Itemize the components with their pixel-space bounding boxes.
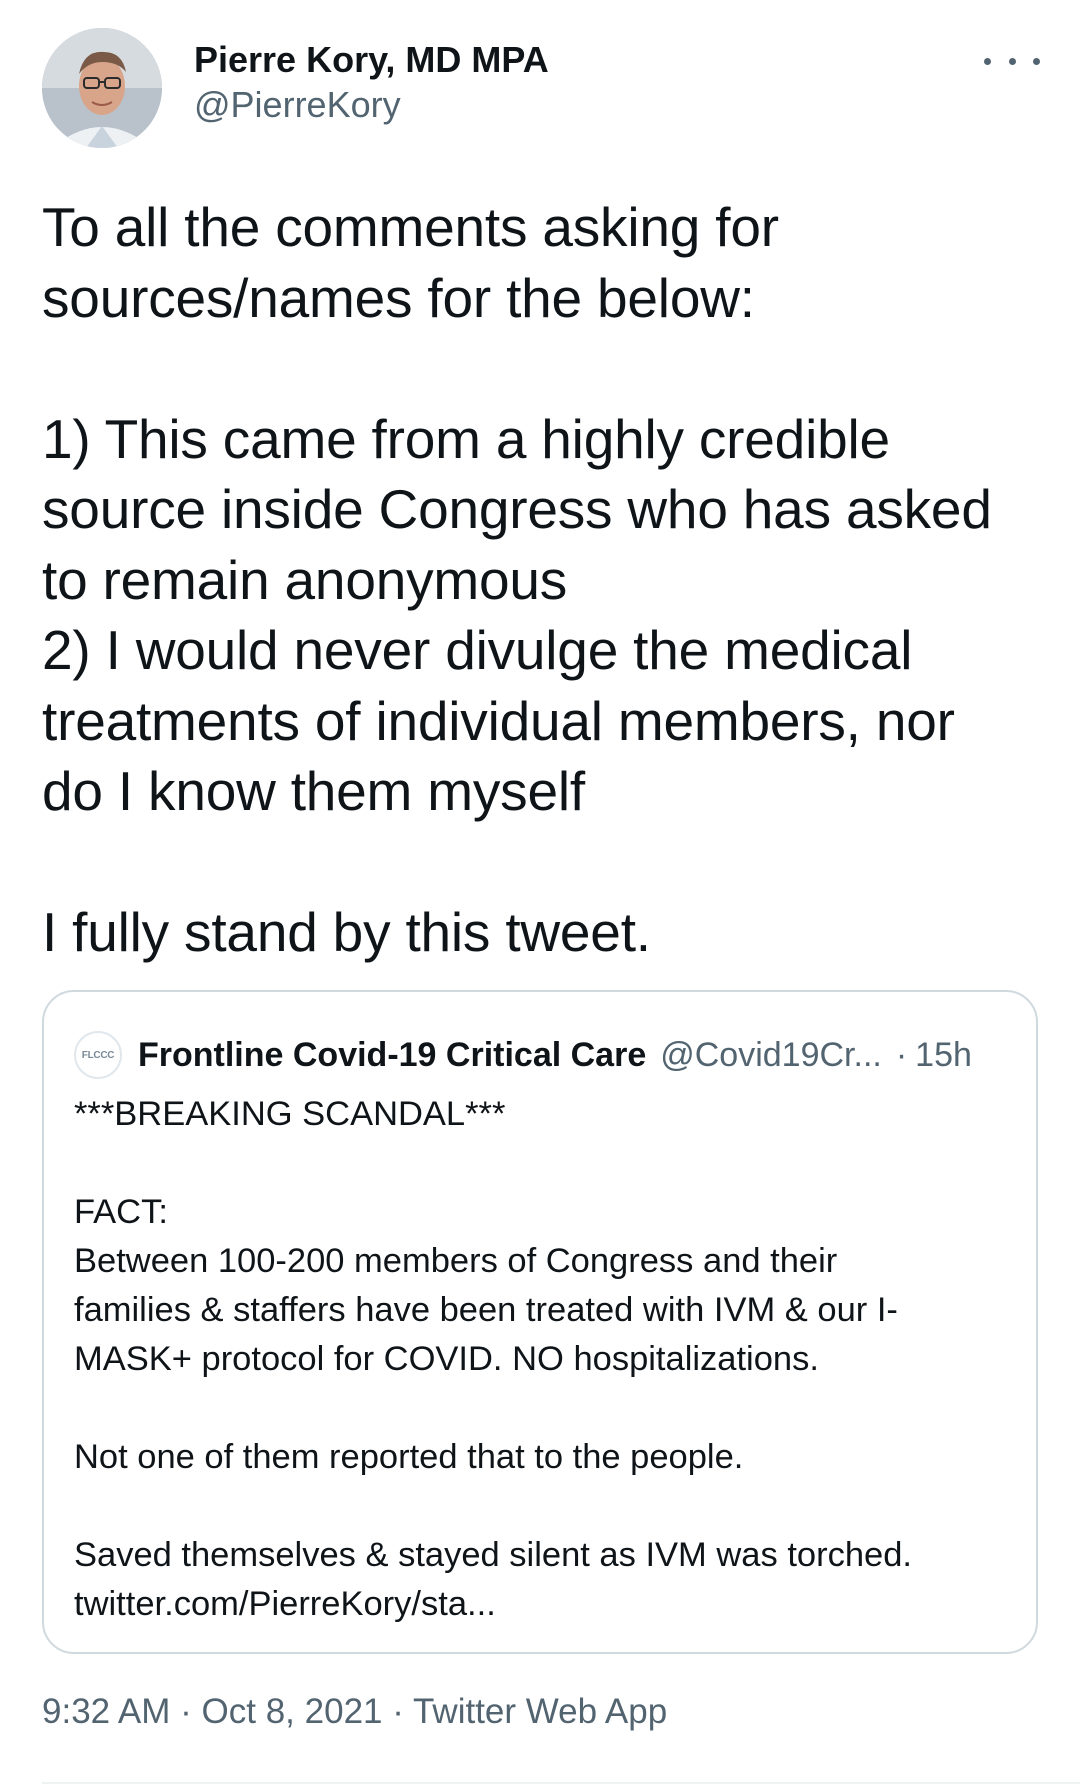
quoted-timestamp: 15h xyxy=(915,1035,972,1074)
tweet-metadata: 9:32 AM · Oct 8, 2021 · Twitter Web App xyxy=(42,1690,667,1734)
more-horizontal-icon-dot xyxy=(1008,57,1016,65)
author-handle[interactable]: @PierreKory xyxy=(194,82,549,128)
author-names: Pierre Kory, MD MPA @PierreKory xyxy=(194,38,549,128)
meta-separator: · xyxy=(392,1692,404,1731)
quoted-tweet-header: FLCCC Frontline Covid-19 Critical Care @… xyxy=(74,1030,1024,1080)
quoted-separator: · xyxy=(895,1035,908,1074)
more-horizontal-icon xyxy=(984,57,991,65)
tweet-time[interactable]: 9:32 AM xyxy=(42,1692,170,1731)
quoted-tweet-text: ***BREAKING SCANDAL*** FACT: Between 100… xyxy=(74,1095,912,1623)
tweet-text: To all the comments asking for sources/n… xyxy=(42,196,992,963)
tweet-date[interactable]: Oct 8, 2021 xyxy=(202,1692,383,1731)
quoted-tweet-card[interactable]: FLCCC Frontline Covid-19 Critical Care @… xyxy=(42,990,1038,1654)
author-avatar[interactable] xyxy=(42,28,162,148)
quoted-author-handle: @Covid19Cr... xyxy=(660,1035,882,1074)
more-horizontal-icon-dot xyxy=(1033,57,1040,65)
tweet: Pierre Kory, MD MPA @PierreKory To all t… xyxy=(0,0,1080,1785)
bottom-divider xyxy=(42,1782,1080,1784)
tweet-header: Pierre Kory, MD MPA @PierreKory xyxy=(42,28,1042,148)
more-options-button[interactable] xyxy=(984,46,1040,76)
quoted-author-display-name: Frontline Covid-19 Critical Care xyxy=(138,1035,647,1074)
tweet-source-link[interactable]: Twitter Web App xyxy=(413,1692,667,1731)
quoted-author-avatar: FLCCC xyxy=(74,1031,122,1079)
avatar-photo-icon xyxy=(42,28,162,148)
author-display-name[interactable]: Pierre Kory, MD MPA xyxy=(194,38,549,82)
meta-separator: · xyxy=(180,1692,192,1731)
